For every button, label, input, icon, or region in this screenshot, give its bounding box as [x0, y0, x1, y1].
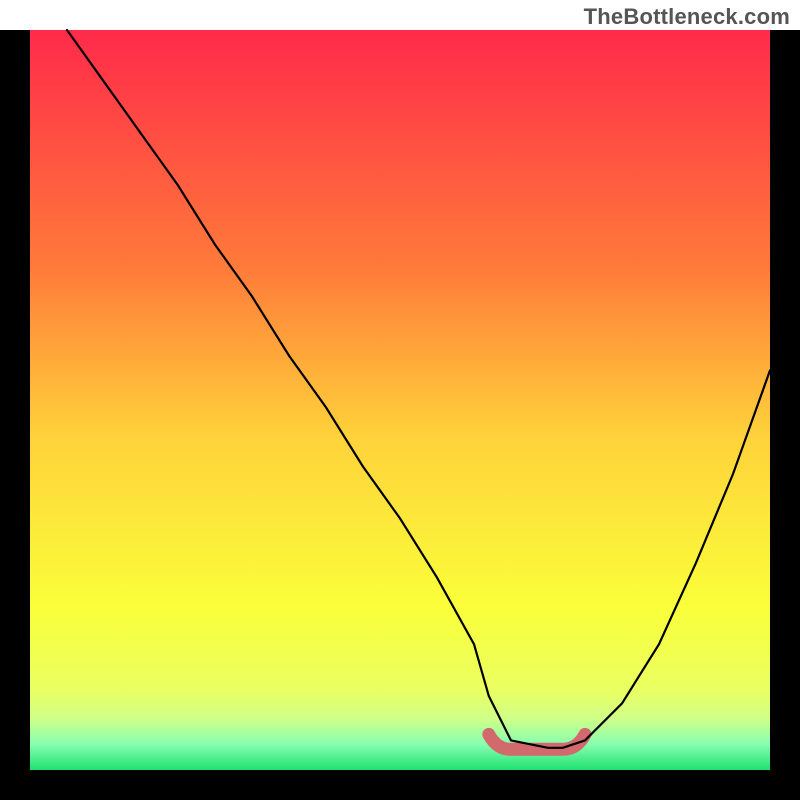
plot-frame-bottom	[0, 770, 800, 800]
plot-background	[30, 30, 770, 770]
plot-frame-right	[770, 30, 800, 800]
bottleneck-chart	[0, 0, 800, 800]
watermark-text: TheBottleneck.com	[584, 4, 790, 30]
plot-frame-left	[0, 30, 30, 800]
